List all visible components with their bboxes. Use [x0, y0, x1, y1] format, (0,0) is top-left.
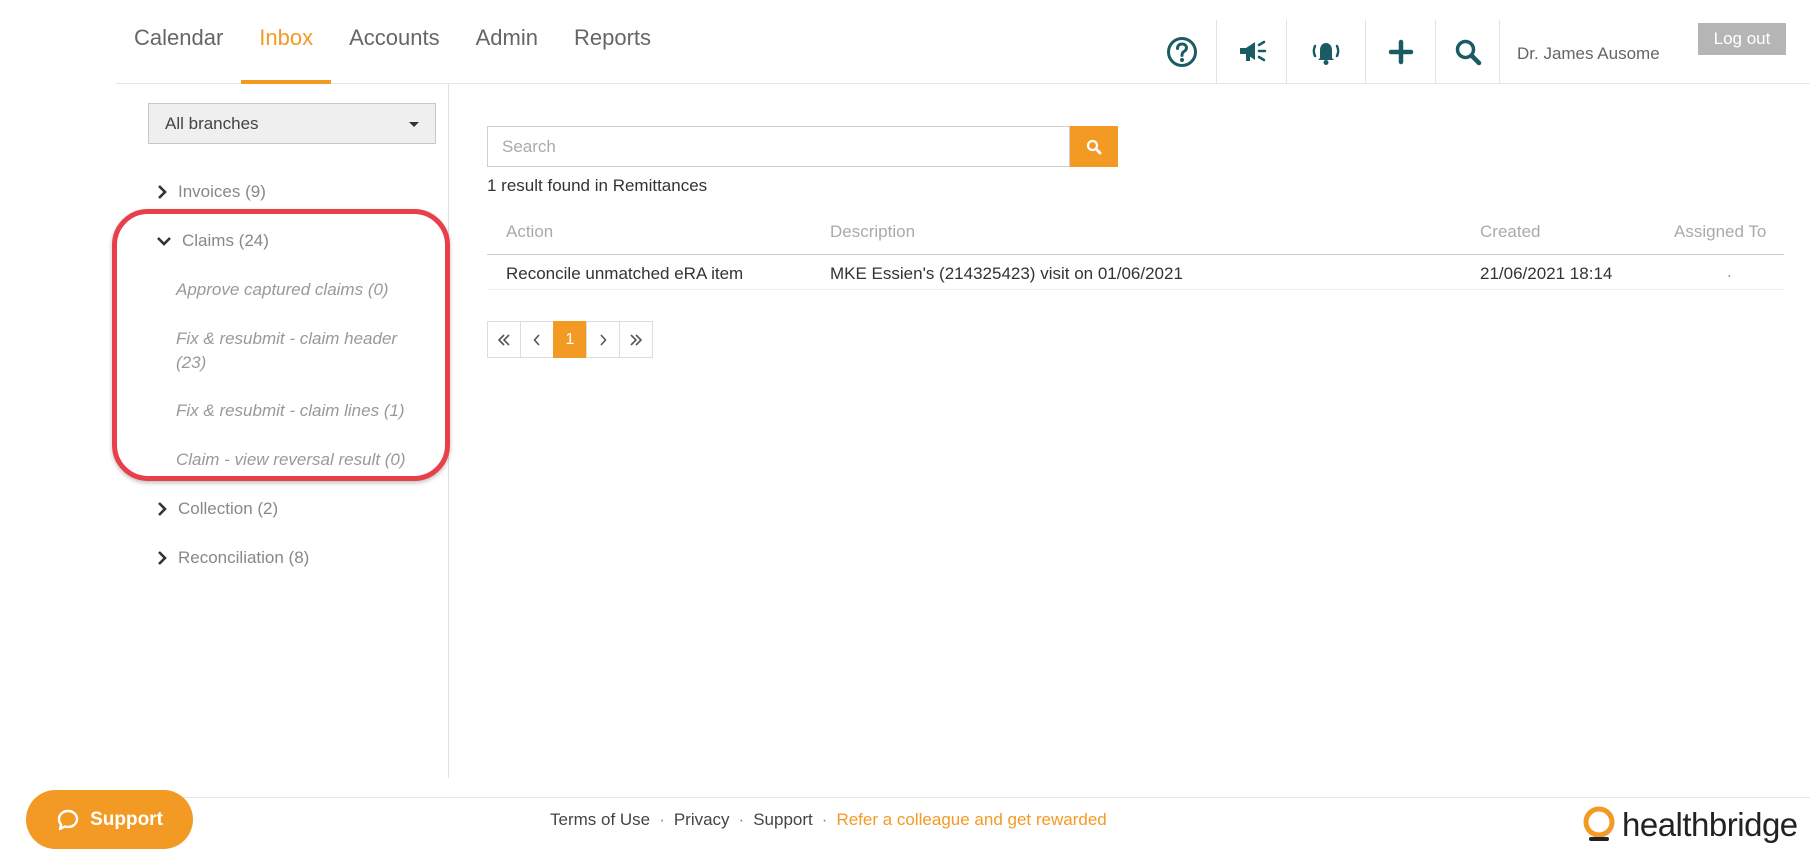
tree-subitem-approve-captured-claims[interactable]: Approve captured claims (0)	[176, 278, 426, 302]
search-icon	[1455, 39, 1481, 66]
privacy-link[interactable]: Privacy	[674, 810, 730, 830]
tab-reports[interactable]: Reports	[556, 0, 669, 84]
logo-text: healthbridge	[1622, 806, 1798, 843]
footer-separator: ·	[659, 810, 665, 829]
terms-link[interactable]: Terms of Use	[550, 810, 650, 830]
next-page-button[interactable]	[586, 321, 620, 358]
logout-button[interactable]: Log out	[1698, 23, 1786, 55]
plus-icon	[1388, 39, 1413, 65]
chevron-down-icon	[156, 233, 172, 249]
caret-down-icon	[409, 122, 419, 127]
tab-inbox[interactable]: Inbox	[241, 0, 331, 84]
footer-divider	[116, 797, 1810, 798]
tree-item-invoices[interactable]: Invoices (9)	[154, 182, 266, 202]
megaphone-icon	[1239, 40, 1266, 62]
cell-description: MKE Essien's (214325423) visit on 01/06/…	[830, 264, 1183, 283]
logo-mark-icon	[1583, 806, 1615, 841]
previous-page-button[interactable]	[520, 321, 554, 358]
support-link[interactable]: Support	[753, 810, 813, 830]
chevron-right-icon	[600, 333, 607, 346]
tree-subitem-fix-claim-header[interactable]: Fix & resubmit - claim header (23)	[176, 327, 426, 375]
tree-item-label: Claims (24)	[182, 231, 269, 250]
chat-bubble-icon	[57, 809, 79, 830]
tree-item-label: Invoices (9)	[178, 182, 266, 201]
branch-select-value: All branches	[165, 113, 259, 133]
result-count: 1 result found in Remittances	[487, 176, 708, 195]
add-button[interactable]	[1366, 20, 1436, 84]
tree-item-label: Reconciliation (8)	[178, 548, 310, 567]
column-header-created[interactable]: Created	[1480, 222, 1540, 242]
tree-item-claims[interactable]: Claims (24)	[154, 231, 269, 251]
footer-separator: ·	[821, 810, 828, 829]
top-navigation: Calendar Inbox Accounts Admin Reports	[116, 0, 1810, 84]
first-page-button[interactable]	[487, 321, 521, 358]
support-chat-button[interactable]: Support	[26, 790, 193, 849]
footer-links: Terms of Use · Privacy · Support · Refer…	[550, 810, 1107, 830]
double-chevron-right-icon	[630, 333, 643, 346]
help-icon	[1166, 37, 1197, 67]
search-input[interactable]	[487, 126, 1070, 167]
help-button[interactable]	[1147, 20, 1217, 84]
last-page-button[interactable]	[619, 321, 653, 358]
search-icon	[1086, 139, 1102, 154]
column-header-assigned-to[interactable]: Assigned To	[1674, 222, 1766, 242]
tree-item-label: Collection (2)	[178, 499, 279, 518]
tree-subitem-fix-claim-lines[interactable]: Fix & resubmit - claim lines (1)	[176, 399, 426, 423]
toolbar-icons	[1147, 20, 1500, 84]
support-label: Support	[90, 808, 163, 830]
double-chevron-left-icon	[497, 333, 510, 346]
tab-admin[interactable]: Admin	[458, 0, 556, 84]
announcements-button[interactable]	[1217, 20, 1287, 84]
column-header-action[interactable]: Action	[506, 222, 553, 242]
chevron-right-icon	[154, 184, 170, 200]
search-button[interactable]	[1070, 126, 1118, 167]
footer-separator: ·	[738, 810, 745, 829]
refer-colleague-link[interactable]: Refer a colleague and get rewarded	[836, 810, 1106, 830]
tab-accounts[interactable]: Accounts	[331, 0, 458, 84]
nav-tabs: Calendar Inbox Accounts Admin Reports	[116, 0, 669, 84]
notifications-button[interactable]	[1287, 20, 1366, 84]
tree-item-collection[interactable]: Collection (2)	[154, 499, 278, 519]
healthbridge-logo[interactable]: healthbridge	[1582, 805, 1798, 845]
tree-item-reconciliation[interactable]: Reconciliation (8)	[154, 548, 309, 568]
cell-action: Reconcile unmatched eRA item	[506, 264, 744, 283]
tree-subitem-view-reversal-result[interactable]: Claim - view reversal result (0)	[176, 448, 426, 472]
branch-select[interactable]: All branches	[148, 103, 436, 144]
bell-icon	[1312, 43, 1340, 65]
column-header-description[interactable]: Description	[830, 222, 915, 242]
chevron-left-icon	[533, 333, 540, 346]
cell-created: 21/06/2021 18:14	[1480, 264, 1613, 283]
global-search-button[interactable]	[1436, 20, 1500, 84]
user-name[interactable]: Dr. James Ausome	[1517, 44, 1660, 64]
row-divider	[487, 289, 1784, 290]
chevron-right-icon	[154, 501, 170, 517]
sidebar: All branches Invoices (9) Claims (24) Ap…	[116, 84, 449, 778]
cell-assigned-to: .	[1727, 262, 1732, 281]
pagination: 1	[487, 321, 653, 358]
chevron-right-icon	[154, 550, 170, 566]
tab-calendar[interactable]: Calendar	[116, 0, 241, 84]
page-button-current[interactable]: 1	[553, 321, 587, 358]
